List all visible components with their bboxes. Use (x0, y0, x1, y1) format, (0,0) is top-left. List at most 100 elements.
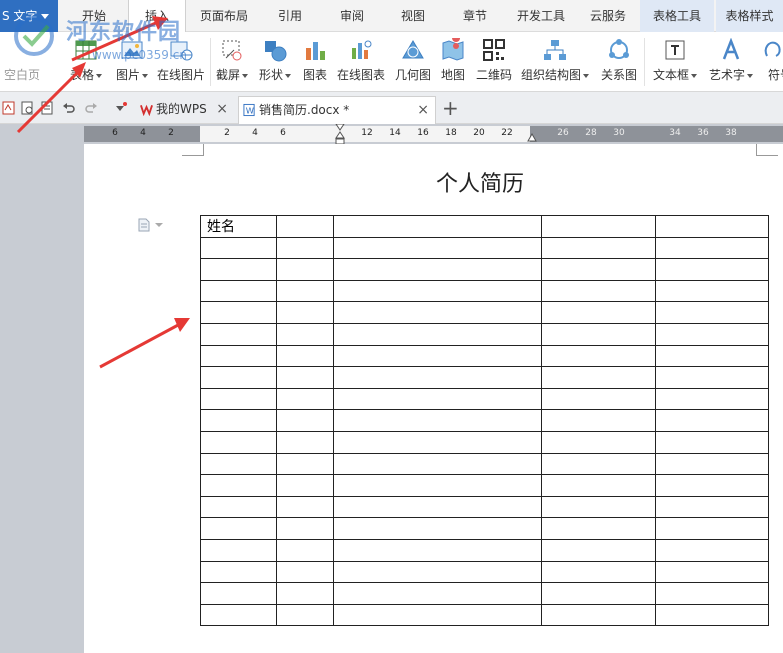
table-cell[interactable] (333, 538, 542, 562)
tab-developer[interactable]: 开发工具 (517, 0, 565, 32)
table-cell[interactable] (200, 538, 277, 562)
table-cell[interactable] (541, 258, 656, 281)
table-cell[interactable] (655, 495, 769, 519)
table-cell[interactable] (541, 430, 656, 454)
tab-view[interactable]: 视图 (401, 0, 425, 32)
document-icon[interactable] (40, 101, 54, 115)
tab-my-wps[interactable]: 我的WPS × (136, 96, 234, 124)
table-cell[interactable] (541, 236, 656, 260)
table-cell[interactable] (655, 236, 769, 260)
table-cell[interactable] (655, 452, 769, 476)
table-cell[interactable] (655, 474, 769, 497)
relation-chart-button[interactable]: 关系图 (597, 32, 641, 92)
table-cell[interactable] (200, 517, 277, 540)
undo-icon[interactable] (62, 101, 76, 115)
table-cell[interactable] (333, 452, 542, 476)
shapes-button[interactable]: 形状 (254, 32, 296, 92)
table-cell[interactable] (333, 560, 542, 584)
table-cell[interactable] (200, 279, 277, 303)
pdf-export-icon[interactable] (2, 101, 16, 115)
table-cell[interactable] (541, 366, 656, 389)
screenshot-button[interactable]: 截屏 (212, 32, 252, 92)
table-cell[interactable] (655, 603, 769, 627)
table-cell[interactable] (541, 452, 656, 476)
table-cell[interactable] (200, 301, 277, 324)
table-cell[interactable] (276, 366, 334, 389)
map-button[interactable]: 地图 (437, 32, 469, 92)
table-cell[interactable] (333, 279, 542, 303)
table-cell[interactable] (200, 258, 277, 281)
table-cell[interactable] (655, 409, 769, 432)
table-cell[interactable] (541, 474, 656, 497)
document-title[interactable]: 个人简历 (200, 166, 760, 198)
table-cell[interactable] (541, 560, 656, 584)
table-cell[interactable] (655, 366, 769, 389)
table-cell[interactable] (655, 258, 769, 281)
table-cell[interactable] (333, 474, 542, 497)
table-cell[interactable] (200, 366, 277, 389)
table-cell[interactable] (200, 582, 277, 605)
tab-table-tools[interactable]: 表格工具 (640, 0, 714, 32)
app-menu-button[interactable]: S 文字 (0, 0, 58, 32)
table-cell[interactable] (200, 236, 277, 260)
table-cell[interactable] (276, 236, 334, 260)
table-cell[interactable] (541, 409, 656, 432)
right-indent-marker-icon[interactable] (527, 132, 537, 142)
table-cell[interactable] (333, 366, 542, 389)
table-cell[interactable] (200, 495, 277, 519)
table-cell[interactable] (655, 517, 769, 540)
table-cell[interactable] (200, 322, 277, 346)
table-cell[interactable] (276, 279, 334, 303)
table-cell[interactable] (655, 279, 769, 303)
table-cell[interactable] (276, 258, 334, 281)
table-cell[interactable] (276, 301, 334, 324)
print-preview-icon[interactable] (20, 101, 34, 115)
table-cell[interactable] (655, 322, 769, 346)
table-cell[interactable] (333, 517, 542, 540)
table-cell[interactable] (333, 301, 542, 324)
table-cell[interactable] (276, 517, 334, 540)
tab-section[interactable]: 章节 (463, 0, 487, 32)
table-cell[interactable] (200, 387, 277, 411)
table-cell[interactable] (276, 474, 334, 497)
table-cell[interactable] (333, 582, 542, 605)
table-cell[interactable] (276, 215, 334, 238)
table-cell[interactable] (200, 452, 277, 476)
table-cell[interactable] (655, 538, 769, 562)
table-cell[interactable] (333, 603, 542, 627)
table-cell[interactable] (655, 560, 769, 584)
tab-review[interactable]: 审阅 (340, 0, 364, 32)
table-cell[interactable] (333, 258, 542, 281)
table-cell[interactable] (333, 344, 542, 368)
table-cell[interactable] (541, 495, 656, 519)
table-cell[interactable] (333, 495, 542, 519)
table-cell[interactable] (200, 430, 277, 454)
table-cell[interactable] (333, 409, 542, 432)
table-cell[interactable] (333, 236, 542, 260)
table-cell[interactable] (541, 279, 656, 303)
table-cell[interactable] (276, 452, 334, 476)
indent-marker-icon[interactable] (335, 124, 345, 146)
tab-cloud-service[interactable]: 云服务 (590, 0, 626, 32)
table-cell[interactable] (200, 409, 277, 432)
chart-button[interactable]: 图表 (299, 32, 331, 92)
table-cell[interactable] (200, 474, 277, 497)
tab-page-layout[interactable]: 页面布局 (200, 0, 248, 32)
close-icon[interactable]: × (417, 97, 429, 123)
table-cell[interactable] (276, 387, 334, 411)
paragraph-layout-icon[interactable] (138, 218, 150, 232)
qrcode-button[interactable]: 二维码 (473, 32, 515, 92)
table-cell[interactable] (655, 387, 769, 411)
table-cell[interactable] (333, 430, 542, 454)
table-cell[interactable] (655, 215, 769, 238)
geometry-button[interactable]: 几何图 (392, 32, 434, 92)
wordart-button[interactable]: 艺术字 (704, 32, 758, 92)
table-cell[interactable] (655, 344, 769, 368)
new-tab-button[interactable]: + (442, 96, 459, 120)
table-cell[interactable] (200, 344, 277, 368)
org-chart-button[interactable]: 组织结构图 (519, 32, 591, 92)
table-cell[interactable] (276, 538, 334, 562)
table-cell[interactable] (276, 582, 334, 605)
blank-page-button[interactable]: 空白页 (0, 32, 44, 92)
table-cell[interactable] (655, 301, 769, 324)
